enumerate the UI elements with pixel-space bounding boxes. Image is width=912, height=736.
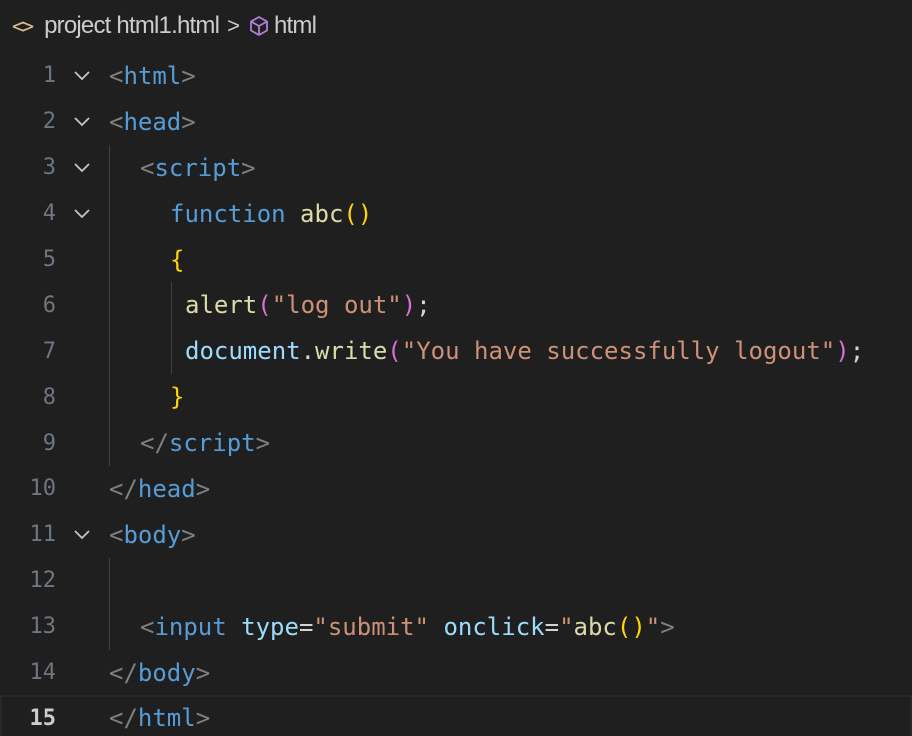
code-line[interactable]: 2 <head> <box>0 99 912 145</box>
indent-guide <box>109 374 110 421</box>
line-number: 5 <box>42 247 56 272</box>
chevron-down-icon[interactable] <box>70 156 94 180</box>
breadcrumb-symbol[interactable]: html <box>274 12 317 40</box>
line-number: 13 <box>29 614 57 640</box>
code-text: <script> <box>140 153 256 182</box>
line-number: 3 <box>42 155 56 181</box>
code-text: <html> <box>109 61 196 90</box>
line-number: 7 <box>42 338 56 364</box>
code-line[interactable]: 7 document.write("You have successfully … <box>0 328 912 375</box>
line-number: 14 <box>29 660 57 686</box>
code-text: </head> <box>109 474 211 503</box>
html-file-icon: <> <box>12 14 34 38</box>
chevron-down-icon[interactable] <box>70 110 94 134</box>
code-text: function abc() <box>170 199 373 228</box>
code-text: </html> <box>109 704 211 733</box>
indent-guide <box>109 420 110 467</box>
code-text: </script> <box>140 429 271 458</box>
line-number: 6 <box>42 292 56 318</box>
indent-guide <box>109 236 110 283</box>
code-text: <body> <box>109 520 196 549</box>
chevron-down-icon[interactable] <box>70 523 94 547</box>
chevron-down-icon[interactable] <box>70 202 94 226</box>
code-line[interactable]: 9 </script> <box>0 420 912 467</box>
indent-guide <box>171 282 172 329</box>
line-number: 12 <box>29 568 57 594</box>
breadcrumb: <> project html1.html > html <box>0 0 720 52</box>
code-line[interactable]: 11 <body> <box>0 512 912 558</box>
line-number: 4 <box>42 201 56 227</box>
code-line[interactable]: 6 alert("log out"); <box>0 282 912 329</box>
line-number: 11 <box>29 522 57 548</box>
code-line[interactable]: 5 { <box>0 236 912 283</box>
indent-guide <box>109 603 110 650</box>
code-line[interactable]: 4 function abc() <box>0 190 912 237</box>
code-text: </body> <box>109 658 211 687</box>
line-number: 15 <box>29 705 57 731</box>
code-text: { <box>170 245 185 274</box>
code-area[interactable]: 1 <html> 2 <head> 3 <script> 4 function … <box>0 53 912 736</box>
code-line[interactable]: 10 </head> <box>0 466 912 512</box>
indent-guide <box>109 557 110 604</box>
breadcrumb-separator: > <box>227 13 240 38</box>
code-editor[interactable]: <> project html1.html > html 1 <html> 2 <box>0 0 912 736</box>
line-number: 10 <box>29 476 57 502</box>
code-text: <head> <box>109 107 196 136</box>
breadcrumb-folder[interactable]: project <box>44 12 111 40</box>
code-line[interactable]: 1 <html> <box>0 53 912 99</box>
chevron-down-icon[interactable] <box>70 64 94 88</box>
code-text: <input type="submit" onclick="abc()"> <box>140 612 675 641</box>
code-line[interactable]: 12 <box>0 557 912 604</box>
code-text: alert("log out"); <box>185 291 431 320</box>
code-line[interactable]: 13 <input type="submit" onclick="abc()"> <box>0 603 912 650</box>
code-line-current[interactable]: 15 </html> <box>0 695 912 736</box>
code-line[interactable]: 3 <script> <box>0 144 912 191</box>
code-text: } <box>170 383 185 412</box>
indent-guide <box>171 328 172 375</box>
breadcrumb-file[interactable]: html1.html <box>116 12 220 40</box>
line-number: 2 <box>42 109 56 135</box>
code-line[interactable]: 8 } <box>0 374 912 421</box>
line-number: 8 <box>42 384 56 410</box>
indent-guide <box>109 282 110 329</box>
indent-guide <box>109 190 110 237</box>
cube-icon <box>248 15 270 37</box>
indent-guide <box>109 328 110 375</box>
code-text: document.write("You have successfully lo… <box>185 337 865 366</box>
code-line[interactable]: 14 </body> <box>0 650 912 696</box>
indent-guide <box>109 144 110 191</box>
line-number: 9 <box>42 430 56 456</box>
line-number: 1 <box>42 63 56 89</box>
